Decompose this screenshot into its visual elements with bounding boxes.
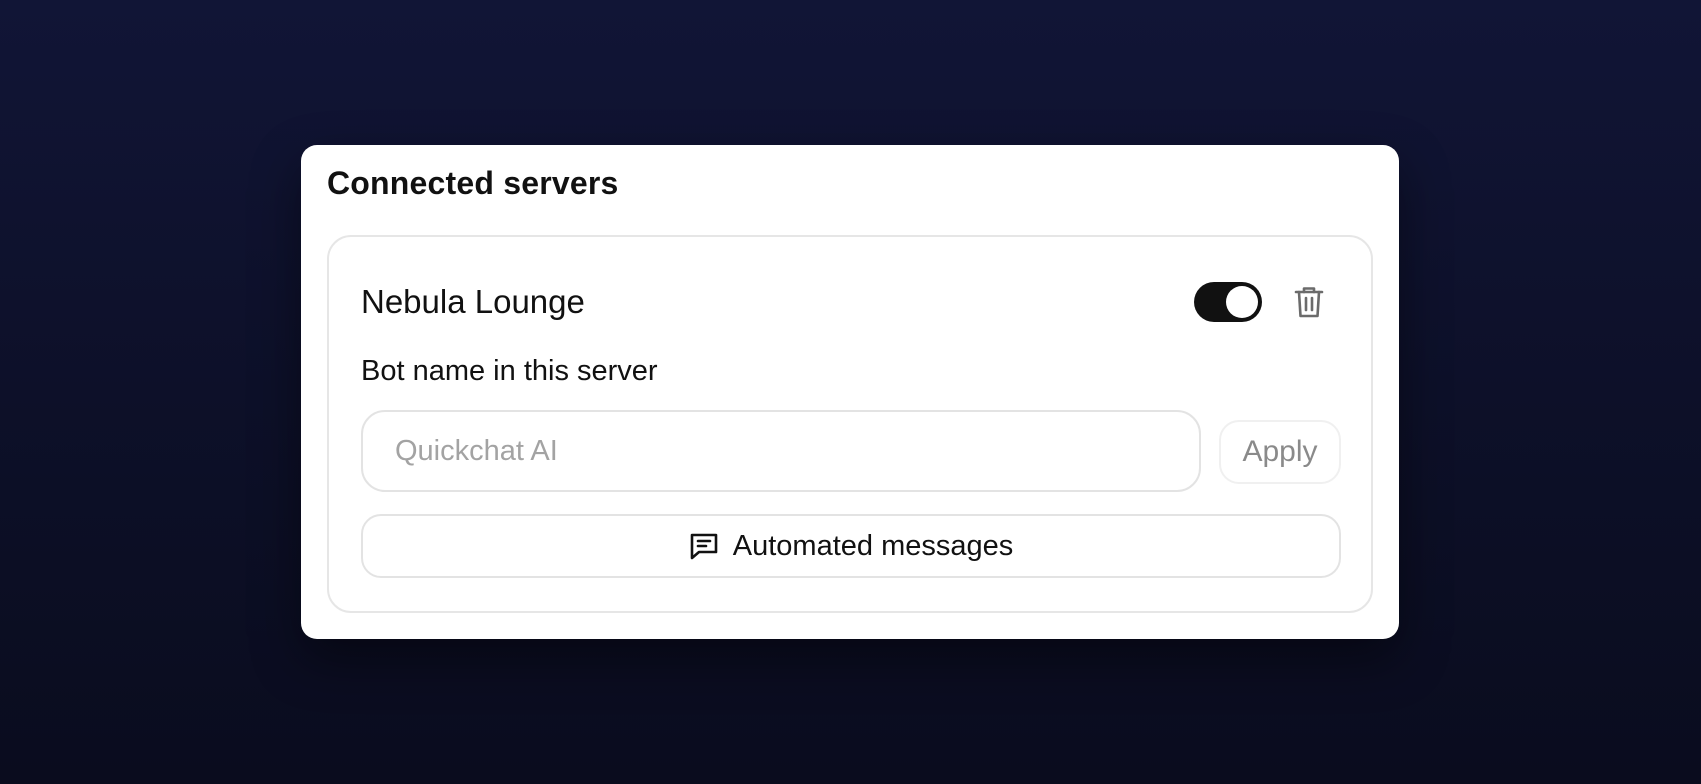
- delete-server-button[interactable]: [1289, 282, 1329, 322]
- bot-name-label: Bot name in this server: [361, 355, 658, 387]
- panel-title: Connected servers: [327, 165, 619, 201]
- automated-messages-button[interactable]: Automated messages: [361, 514, 1341, 578]
- connected-servers-panel: Connected servers Nebula Lounge Bot name…: [301, 145, 1399, 639]
- toggle-knob: [1226, 286, 1258, 318]
- trash-icon: [1294, 285, 1324, 319]
- server-name: Nebula Lounge: [361, 283, 585, 320]
- message-square-icon: [689, 531, 719, 561]
- server-card: Nebula Lounge Bot name in this server Ap…: [327, 235, 1373, 613]
- bot-name-input[interactable]: [361, 410, 1201, 492]
- server-enabled-toggle[interactable]: [1194, 282, 1262, 322]
- apply-button[interactable]: Apply: [1219, 420, 1341, 484]
- automated-messages-label: Automated messages: [732, 529, 1014, 562]
